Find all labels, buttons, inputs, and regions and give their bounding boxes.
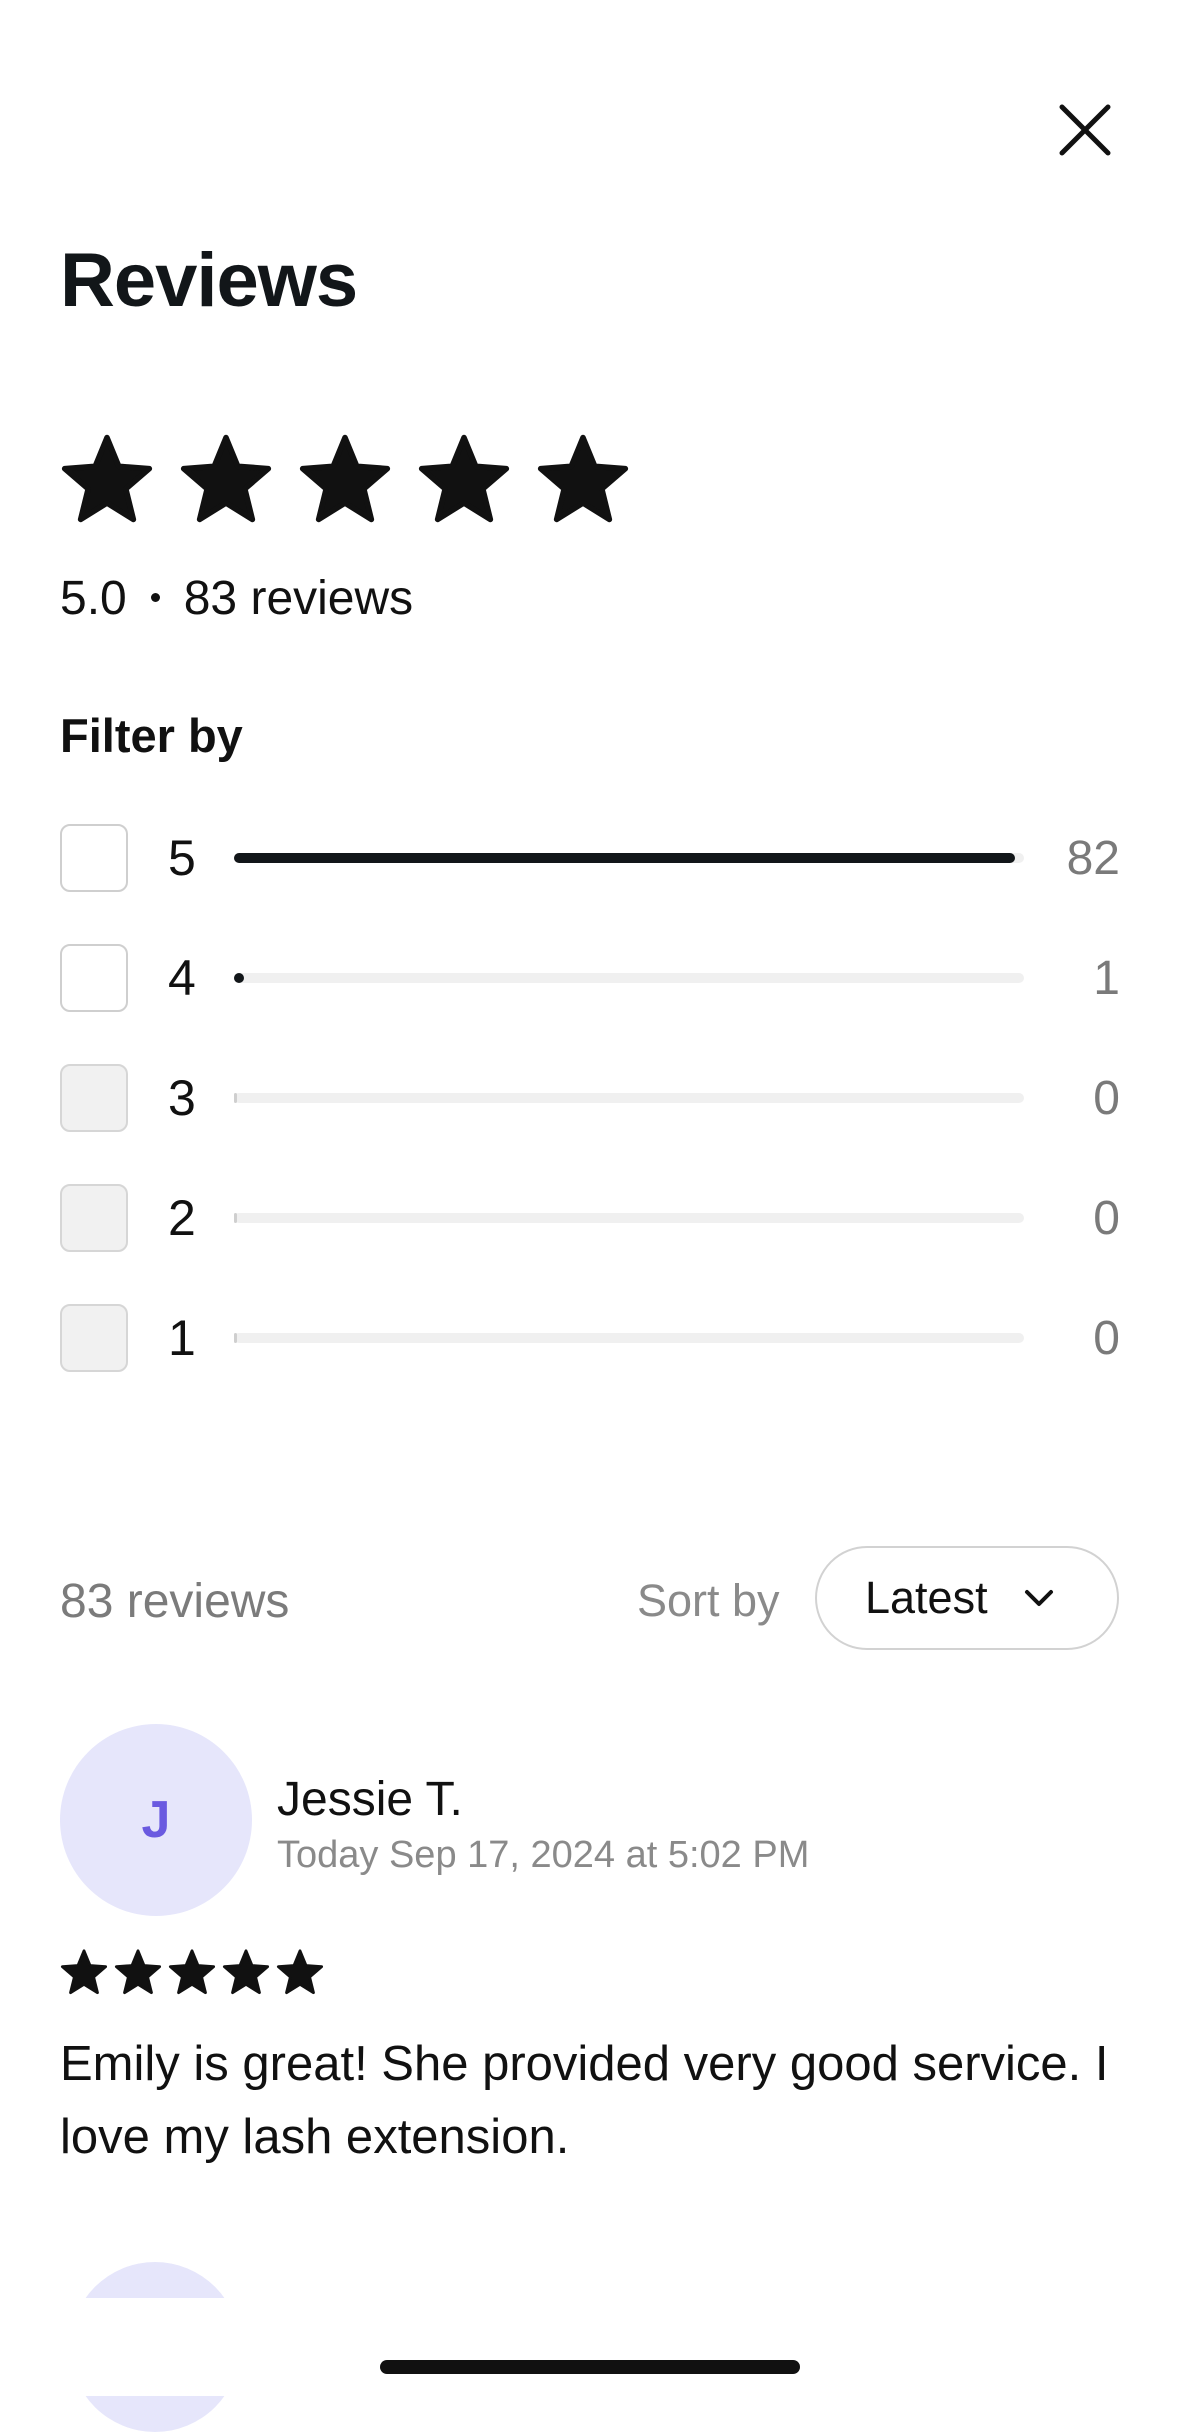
home-indicator[interactable] (380, 2360, 800, 2374)
star-icon (222, 1949, 270, 1995)
overall-rating-stars (60, 432, 630, 526)
rating-checkbox[interactable] (60, 824, 128, 892)
page-title: Reviews (60, 238, 358, 323)
rating-filter-row-1: 10 (60, 1302, 1120, 1374)
chevron-down-icon (1025, 1590, 1053, 1606)
star-icon (60, 1949, 108, 1995)
rating-checkbox (60, 1184, 128, 1252)
rating-bar (234, 1093, 1024, 1103)
rating-checkbox (60, 1064, 128, 1132)
rating-bar-fill (234, 853, 1015, 863)
rating-bar (234, 973, 1024, 983)
rating-filter-row-4[interactable]: 41 (60, 942, 1120, 1014)
rating-bar (234, 1213, 1024, 1223)
close-button[interactable] (1050, 95, 1120, 165)
rating-bar (234, 853, 1024, 863)
star-icon (537, 434, 629, 523)
star-icon (114, 1949, 162, 1995)
rating-bar (234, 1333, 1024, 1343)
rating-value: 4 (168, 950, 196, 1006)
bottom-area (0, 2298, 1179, 2396)
rating-checkbox[interactable] (60, 944, 128, 1012)
rating-value: 5 (168, 830, 196, 886)
rating-bar-fill (234, 1093, 237, 1103)
star-icon (168, 1949, 216, 1995)
rating-count: 0 (1093, 1311, 1120, 1365)
sort-label: Sort by (637, 1575, 780, 1626)
rating-checkbox (60, 1304, 128, 1372)
close-icon (1059, 104, 1111, 156)
rating-filter-row-5[interactable]: 5 82 (60, 822, 1120, 894)
sort-dropdown[interactable]: Latest (815, 1546, 1119, 1650)
rating-bar-fill (234, 1333, 237, 1343)
avatar: J (60, 1724, 252, 1916)
rating-value: 3 (168, 1070, 196, 1126)
filter-heading: Filter by (60, 709, 243, 762)
star-icon (418, 434, 510, 523)
average-rating: 5.0 (60, 572, 127, 625)
separator-dot (150, 592, 160, 602)
rating-filter-row-2: 20 (60, 1182, 1120, 1254)
rating-bar-fill (234, 973, 244, 983)
review-text: Emily is great! She provided very good s… (60, 2037, 1109, 2164)
rating-summary: 5.0 83 reviews (60, 575, 413, 623)
rating-value: 1 (168, 1310, 196, 1366)
star-icon (299, 434, 391, 523)
review-stars (60, 1948, 324, 1996)
rating-filter-row-3: 30 (60, 1062, 1120, 1134)
reviewer-name: Jessie T. (277, 1773, 463, 1826)
review-date: Today Sep 17, 2024 at 5:02 PM (277, 1834, 810, 1876)
sort-value: Latest (865, 1572, 988, 1623)
rating-count: 0 (1093, 1071, 1120, 1125)
star-icon (61, 434, 153, 523)
rating-bar-fill (234, 1213, 237, 1223)
star-icon (180, 434, 272, 523)
rating-value: 2 (168, 1190, 196, 1246)
star-icon (276, 1949, 324, 1995)
rating-count: 1 (1093, 951, 1120, 1005)
rating-count: 0 (1093, 1191, 1120, 1245)
total-reviews: 83 reviews (183, 572, 414, 625)
reviews-count: 83 reviews (60, 1575, 290, 1628)
rating-count: 82 (1066, 831, 1120, 885)
